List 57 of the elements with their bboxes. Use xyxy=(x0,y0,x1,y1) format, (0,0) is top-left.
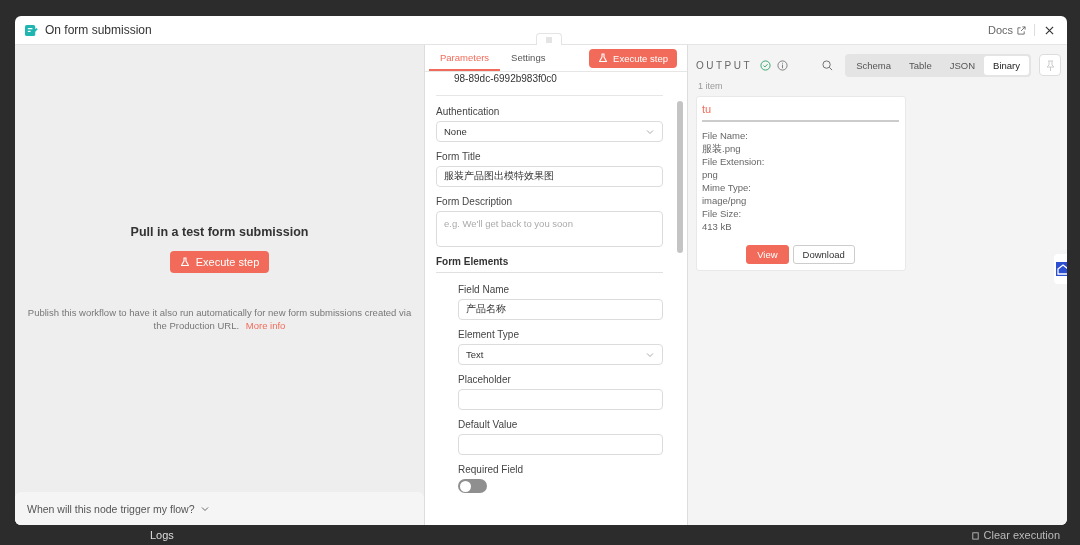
field-label: Authentication xyxy=(436,106,501,117)
info-paragraph: Publish this workflow to have it also run automatically for new form submissions created via the Production URL. More info xyxy=(26,307,413,333)
panel-tab[interactable]: Settings xyxy=(500,45,557,71)
grip-icon xyxy=(546,36,552,43)
check-circle-icon xyxy=(760,59,772,71)
view-tab[interactable]: JSON xyxy=(940,55,985,75)
search-icon xyxy=(822,59,834,71)
info-icon xyxy=(777,59,789,71)
property-label: File Extension: xyxy=(702,155,766,168)
trigger-info-toggle[interactable]: When will this node trigger my flow? xyxy=(15,492,424,525)
empty-state-heading: Pull in a test form submission xyxy=(130,225,309,239)
property-label: File Name: xyxy=(702,129,749,142)
view-tab[interactable]: Binary xyxy=(984,55,1029,75)
property-value: image/png xyxy=(702,194,748,207)
pin-button[interactable] xyxy=(1039,54,1061,76)
panel-label: Logs xyxy=(150,529,174,541)
field-label: Form Title xyxy=(436,151,482,162)
section-heading: Form Elements xyxy=(436,256,663,273)
drag-handle[interactable] xyxy=(536,33,562,45)
clear-execution-button[interactable]: Clear execution xyxy=(970,529,1060,541)
property-value: 服装.png xyxy=(702,142,742,155)
binary-name: tu xyxy=(702,103,899,122)
view-tab[interactable]: Table xyxy=(900,55,941,75)
search-button[interactable] xyxy=(822,59,834,71)
flask-icon xyxy=(598,53,609,63)
input-field[interactable]: 产品名称 xyxy=(458,299,663,320)
field-label: Element Type xyxy=(458,329,520,340)
item-count: 1 item xyxy=(698,81,724,91)
close-icon xyxy=(1045,25,1054,35)
field-label: Field Name xyxy=(458,284,511,295)
docs-link[interactable]: Docs xyxy=(987,24,1035,36)
select-field[interactable]: Text xyxy=(458,344,663,365)
house-icon xyxy=(1056,262,1067,276)
form-icon xyxy=(25,23,38,37)
view-tab[interactable]: Schema xyxy=(847,55,900,75)
property-label: Mime Type: xyxy=(702,181,752,194)
property-label: File Size: xyxy=(702,207,743,220)
input-field[interactable]: 服装产品图出模特效果图 xyxy=(436,166,663,187)
field-label: Form Description xyxy=(436,196,514,207)
property-value: 413 kB xyxy=(702,220,733,233)
window-title: On form submission xyxy=(45,23,153,37)
select-field[interactable]: None xyxy=(436,121,663,142)
input-field[interactable] xyxy=(458,389,663,410)
pin-icon xyxy=(1045,59,1055,71)
flask-icon xyxy=(179,257,190,267)
external-link-icon xyxy=(1017,25,1026,35)
download-button[interactable]: Download xyxy=(792,245,855,264)
scrollbar-thumb[interactable] xyxy=(677,101,683,253)
property-value: png xyxy=(702,168,719,181)
panel-title: OUTPUT xyxy=(696,59,753,71)
webhook-id-text: 98-89dc-6992b983f0c0 xyxy=(436,72,663,96)
field-label: Placeholder xyxy=(458,374,512,385)
field-label: Required Field xyxy=(458,464,525,475)
field-label: Default Value xyxy=(458,419,519,430)
toggle-switch[interactable] xyxy=(458,479,487,493)
input-field[interactable] xyxy=(458,434,663,455)
trash-icon xyxy=(970,530,980,540)
